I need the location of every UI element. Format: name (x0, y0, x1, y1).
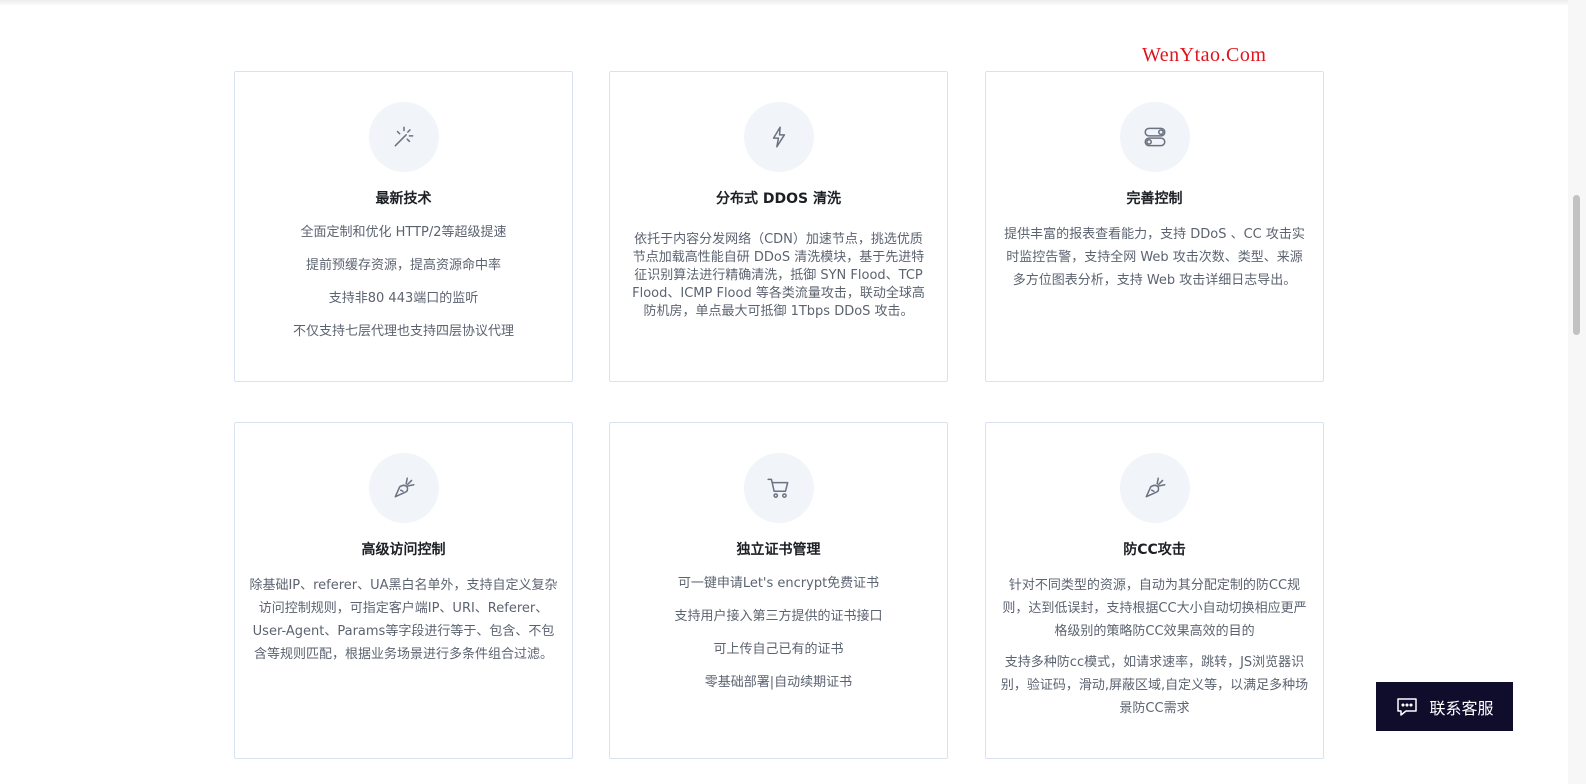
chat-icon (1397, 697, 1418, 716)
icon-circle (1119, 453, 1190, 523)
feature-description: 针对不同类型的资源，自动为其分配定制的防CC规则，达到低误封，支持根据CC大小自… (1002, 578, 1307, 639)
card-title: 分布式 DDOS 清洗 (716, 191, 841, 207)
feature-description: 支持多种防cc模式，如请求速率，跳转，JS浏览器识别，验证码，滑动,屏蔽区域,自… (1000, 655, 1309, 716)
feature-line: 不仅支持七层代理也支持四层协议代理 (292, 324, 514, 339)
feature-description: 除基础IP、referer、UA黑白名单外，支持自定义复杂访问控制规则，可指定客… (249, 578, 558, 662)
contact-support-label: 联系客服 (1429, 698, 1494, 718)
feature-card-access-control: 高级访问控制 除基础IP、referer、UA黑白名单外，支持自定义复杂访问控制… (234, 422, 573, 759)
scrollbar[interactable] (1568, 0, 1586, 784)
feature-description: 提供丰富的报表查看能力，支持 DDoS 、CC 攻击实时监控告警，支持全网 We… (1004, 227, 1305, 288)
icon-circle (1119, 102, 1190, 172)
card-title: 独立证书管理 (736, 542, 821, 558)
feature-card-anti-cc: 防CC攻击 针对不同类型的资源，自动为其分配定制的防CC规则，达到低误封，支持根… (985, 422, 1324, 759)
feature-description: 依托于内容分发网络（CDN）加速节点，挑选优质节点加载高性能自研 DDoS 清洗… (632, 232, 925, 319)
contact-support-button[interactable]: 联系客服 (1376, 682, 1513, 731)
feature-card-latest-tech: 最新技术 全面定制和优化 HTTP/2等超级提速 提前预缓存资源，提高资源命中率… (234, 71, 573, 382)
card-title: 高级访问控制 (361, 542, 446, 558)
toggle-switch-icon (1143, 127, 1166, 147)
watermark: WenYtao.Com (1142, 44, 1267, 66)
top-shadow (0, 0, 1568, 6)
feature-line: 支持非80 443端口的监听 (328, 291, 479, 306)
feature-line: 可一键申请Let's encrypt免费证书 (677, 576, 880, 591)
card-title: 完善控制 (1126, 191, 1183, 207)
lightning-icon (772, 126, 785, 148)
feature-line: 零基础部署|自动续期证书 (704, 675, 853, 690)
feature-card-complete-control: 完善控制 提供丰富的报表查看能力，支持 DDoS 、CC 攻击实时监控告警，支持… (985, 71, 1324, 382)
icon-circle (368, 102, 439, 172)
feature-card-certificate-management: 独立证书管理 可一键申请Let's encrypt免费证书 支持用户接入第三方提… (609, 422, 948, 759)
shopping-cart-icon (766, 478, 788, 498)
feature-line: 支持用户接入第三方提供的证书接口 (674, 609, 883, 624)
feature-line: 可上传自己已有的证书 (713, 642, 844, 657)
carrot-icon (1145, 477, 1166, 498)
feature-line: 全面定制和优化 HTTP/2等超级提速 (300, 225, 507, 240)
card-title: 防CC攻击 (1123, 542, 1186, 558)
feature-line: 提前预缓存资源，提高资源命中率 (305, 258, 501, 273)
carrot-icon (394, 477, 415, 498)
feature-card-ddos-cleaning: 分布式 DDOS 清洗 依托于内容分发网络（CDN）加速节点，挑选优质节点加载高… (609, 71, 948, 382)
icon-circle (743, 102, 814, 172)
card-title: 最新技术 (375, 191, 432, 207)
magic-wand-icon (394, 126, 413, 147)
icon-circle (743, 453, 814, 523)
icon-circle (368, 453, 439, 523)
scrollbar-thumb[interactable] (1573, 195, 1580, 335)
